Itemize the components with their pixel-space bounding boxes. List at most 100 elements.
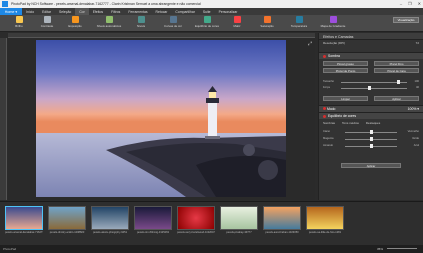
- slider-handle[interactable]: [397, 80, 400, 84]
- thumbnail[interactable]: pexels-arsenal-denalabar-7162777: [5, 206, 43, 234]
- apply-balance-button[interactable]: Aplicar: [341, 163, 401, 168]
- app-logo-icon: [2, 1, 8, 7]
- shadow-section[interactable]: Sombra: [319, 52, 423, 59]
- effects-panel: Efeitos e Camadas Resolução (DPI) 72 Som…: [318, 33, 423, 200]
- tool-label: Equilíbrio de cores: [195, 24, 219, 28]
- tone-radio-shadows[interactable]: Sombras: [323, 121, 335, 125]
- zoom-slider[interactable]: [387, 248, 417, 249]
- slider-value: 40: [416, 86, 419, 89]
- canvas-area[interactable]: ⤢: [8, 38, 315, 200]
- tool-label: Níveis automáticos: [96, 24, 122, 28]
- menu-item-selecao[interactable]: Seleção: [55, 10, 75, 14]
- section-bullet-icon: [323, 107, 326, 110]
- thumbnail[interactable]: pexels-dimitry-anikin-1208823: [48, 206, 86, 234]
- tool-gradient-map[interactable]: Mapa de Gradiente: [316, 16, 350, 28]
- menu-item-cor[interactable]: Cor: [75, 8, 89, 15]
- tone-options: Sombras Tons médios Destaques: [319, 119, 423, 126]
- section-bullet-icon: [323, 114, 326, 118]
- title-bar: PhotoPad by NCH Software - pexels-arsena…: [0, 0, 423, 8]
- thumbnail-caption: pexels-alexis-phtogrphy-9451: [92, 231, 128, 234]
- thumbnail[interactable]: pexels-pixabay-39777: [220, 206, 258, 234]
- thumbnail-caption: pexels-pixabay-39777: [226, 231, 252, 234]
- thumbnail-image: [48, 206, 86, 230]
- apply-shadow-button[interactable]: Aplicar: [374, 96, 419, 101]
- view-button[interactable]: Visualização: [393, 17, 419, 23]
- tool-saturation[interactable]: Saturação: [250, 16, 284, 28]
- menu-item-ferramentas[interactable]: Ferramentas: [124, 10, 151, 14]
- tool-color-balance[interactable]: Equilíbrio de cores: [190, 16, 224, 28]
- slider-label: Verde: [411, 137, 419, 140]
- slider-handle[interactable]: [370, 137, 373, 141]
- clear-button[interactable]: Limpar: [323, 96, 368, 101]
- menu-item-filtros[interactable]: Filtros: [107, 10, 124, 14]
- saturation-icon: [263, 16, 271, 23]
- close-icon[interactable]: ✕: [418, 1, 421, 6]
- menu-item-compartilhar[interactable]: Compartilhar: [171, 10, 198, 14]
- tool-label: Temperatura: [290, 24, 308, 28]
- tone-radio-midtones[interactable]: Tons médios: [342, 121, 359, 125]
- strength-slider[interactable]: Força 40: [323, 86, 419, 90]
- expand-icon[interactable]: ⤢: [308, 41, 312, 47]
- tool-label: Mapa de Gradiente: [320, 24, 346, 28]
- menu-item-inicio[interactable]: Início: [22, 10, 38, 14]
- brightness-icon: [15, 16, 23, 23]
- fine-brush-button[interactable]: Pincel Fino: [374, 61, 419, 66]
- resolution-value[interactable]: 72: [416, 41, 419, 45]
- thumbnail[interactable]: pexels-sa-little-de-foto-1281: [306, 206, 344, 234]
- slider-label: Tamanho: [323, 80, 335, 83]
- minimize-icon[interactable]: –: [400, 1, 402, 6]
- section-title: Equilíbrio de cores: [328, 114, 357, 118]
- color-balance-icon: [203, 16, 211, 23]
- face-brush-button[interactable]: Pincel de Cara: [374, 68, 419, 73]
- thumbnail-image: [306, 206, 344, 230]
- toolbar: Brilho Contraste Exposição Níveis automá…: [0, 15, 423, 32]
- cyan-red-slider[interactable]: Ciano Vermelho: [323, 130, 419, 134]
- menu-item-editar[interactable]: Editar: [38, 10, 55, 14]
- home-menu-button[interactable]: Home ▾: [0, 8, 22, 15]
- menu-item-retocar[interactable]: Retocar: [152, 10, 172, 14]
- tone-radio-highlights[interactable]: Destaques: [366, 121, 380, 125]
- thumbnail-image: [263, 206, 301, 230]
- slider-value: 100: [414, 80, 419, 83]
- window-title: PhotoPad by NCH Software - pexels-arsena…: [11, 2, 201, 6]
- gradient-map-icon: [329, 16, 337, 23]
- tool-color-curves[interactable]: Curvas de cor: [156, 16, 190, 28]
- contrast-icon: [43, 16, 51, 23]
- menu-item-personalizar[interactable]: Personalizar: [215, 10, 242, 14]
- maximize-icon[interactable]: ❐: [408, 1, 412, 6]
- status-bar: PhotoPad 35%: [0, 245, 423, 253]
- tool-hue[interactable]: Matiz: [220, 16, 254, 28]
- slider-handle[interactable]: [370, 130, 373, 134]
- tool-temperature[interactable]: Temperatura: [282, 16, 316, 28]
- color-balance-section[interactable]: Equilíbrio de cores: [319, 112, 423, 119]
- thumbnail-image: [220, 206, 258, 230]
- thumbnail[interactable]: pexels-aurel-hahan-1323050: [263, 206, 301, 234]
- slider-handle[interactable]: [368, 86, 371, 90]
- thick-brush-button[interactable]: Pincel grosso: [323, 61, 368, 66]
- slider-track[interactable]: [341, 87, 407, 89]
- yellow-blue-slider[interactable]: Amarelo Azul: [323, 144, 419, 148]
- point-brush-button[interactable]: Pincel de Ponto: [323, 68, 368, 73]
- tool-label: Curvas de cor: [164, 24, 182, 28]
- section-bullet-icon: [323, 54, 326, 58]
- thumbnail[interactable]: pexels-suzy-hazelwood-1132047: [177, 206, 215, 234]
- thumbnail[interactable]: pexels-tim-flöhmig-3125263: [134, 206, 172, 234]
- magenta-green-slider[interactable]: Magenta Verde: [323, 137, 419, 141]
- mode-dropdown[interactable]: 100% ▾: [408, 107, 419, 111]
- tool-exposure[interactable]: Exposição: [58, 16, 92, 28]
- thumbnail[interactable]: pexels-alexis-phtogrphy-9451: [91, 206, 129, 234]
- exposure-icon: [71, 16, 79, 23]
- slider-handle[interactable]: [370, 144, 373, 148]
- slider-label: Ciano: [323, 130, 331, 133]
- panel-header: Efeitos e Camadas: [319, 33, 423, 40]
- mode-section[interactable]: Modo 100% ▾: [319, 105, 423, 112]
- size-slider[interactable]: Tamanho 100: [323, 80, 419, 84]
- menu-item-efeitos[interactable]: Efeitos: [89, 10, 107, 14]
- tool-auto-levels[interactable]: Níveis automáticos: [92, 16, 126, 28]
- filmstrip: pexels-arsenal-denalabar-7162777 pexels-…: [0, 201, 423, 245]
- tool-label: Brilho: [15, 24, 23, 28]
- brush-row-2: Pincel de Ponto Pincel de Cara: [319, 67, 423, 74]
- menu-item-suite[interactable]: Suite: [199, 10, 215, 14]
- lighthouse-photo[interactable]: [36, 40, 286, 197]
- tool-levels[interactable]: Níveis: [124, 16, 158, 28]
